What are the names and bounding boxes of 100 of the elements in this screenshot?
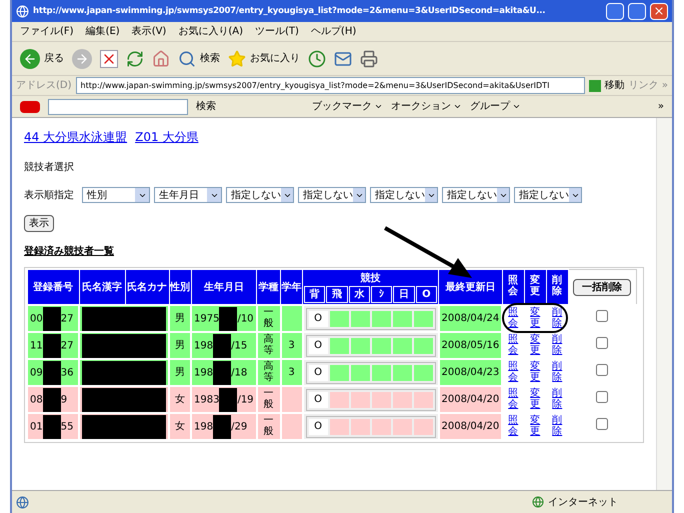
row-checkbox[interactable]: [596, 364, 608, 376]
toolbar-search-field[interactable]: [48, 98, 188, 114]
mail-icon[interactable]: [334, 50, 352, 68]
sort-label: 表示順指定: [24, 188, 74, 202]
toolbar-search-button[interactable]: 検索: [196, 99, 216, 114]
table-cell: 男: [169, 359, 191, 386]
table-cell: 一般: [264, 306, 274, 328]
column-header: 照会: [508, 275, 518, 297]
column-header: 氏名カナ: [125, 270, 169, 305]
caret-icon: [374, 102, 383, 111]
table-cell: 08 9: [27, 386, 79, 413]
sort-select[interactable]: 指定しない: [442, 187, 510, 203]
event-header: 日: [393, 286, 415, 303]
column-header: 氏名漢字: [79, 270, 125, 305]
more-button[interactable]: »: [658, 99, 664, 114]
star-icon: [228, 50, 246, 68]
redaction-block: [213, 414, 232, 438]
menu-item[interactable]: ツール(T): [255, 24, 299, 39]
event-header: 飛: [326, 286, 348, 303]
event-header: ｼ: [371, 286, 392, 303]
table-cell: 一般: [264, 388, 274, 410]
row-checkbox[interactable]: [596, 310, 608, 322]
stop-icon[interactable]: [100, 50, 118, 68]
table-cell: 11 27: [27, 332, 79, 359]
show-button[interactable]: 表示: [24, 215, 54, 232]
table-cell: 2008/04/20: [438, 386, 502, 413]
redaction-block: [219, 306, 238, 330]
column-header: 削除: [552, 275, 562, 297]
minimize-button[interactable]: [606, 2, 624, 20]
maximize-button[interactable]: [628, 2, 646, 20]
table-cell: 1983 /19: [191, 386, 257, 413]
redaction-block: [42, 306, 61, 330]
menu-item[interactable]: ファイル(F): [20, 24, 74, 39]
print-icon[interactable]: [360, 50, 378, 68]
favorites-button[interactable]: お気に入り: [228, 50, 300, 68]
home-icon[interactable]: [152, 50, 170, 68]
table-cell: 2008/04/23: [438, 359, 502, 386]
table-cell: 198 /29: [191, 413, 257, 440]
back-button[interactable]: 戻る: [20, 48, 64, 68]
menu-item[interactable]: お気に入り(A): [178, 24, 243, 39]
event-cell: O: [308, 418, 328, 434]
breadcrumb-link[interactable]: Z01 大分県: [135, 128, 198, 146]
event-cell: O: [308, 392, 328, 408]
table-cell: 高等: [264, 334, 274, 356]
row-checkbox[interactable]: [596, 337, 608, 349]
sort-select[interactable]: 性別: [82, 187, 150, 203]
bulk-delete-button[interactable]: 一括削除: [573, 278, 632, 296]
refresh-icon[interactable]: [126, 50, 144, 68]
redaction-block: [42, 360, 61, 384]
sort-select[interactable]: 生年月日: [154, 187, 222, 203]
table-cell: 2008/05/16: [438, 332, 502, 359]
event-header: 水: [348, 286, 370, 303]
table-cell: 198 /15: [191, 332, 257, 359]
column-header: 最終更新日: [438, 270, 502, 305]
search-icon: [178, 50, 196, 68]
search-button[interactable]: 検索: [178, 50, 220, 68]
breadcrumb-link[interactable]: 44 大分県水泳連盟: [24, 128, 128, 146]
table-cell: 高等: [264, 360, 274, 382]
table-cell: 198 /18: [191, 359, 257, 386]
table-cell: 00 27: [27, 305, 79, 332]
event-cell: O: [308, 310, 328, 326]
column-header: 登録番号: [27, 270, 79, 305]
toolbar-menu-button[interactable]: グループ: [470, 99, 521, 114]
go-button[interactable]: 移動: [588, 78, 625, 93]
column-header: 性別: [169, 270, 191, 305]
table-cell: 2008/04/20: [438, 413, 502, 440]
column-header: 学種: [256, 270, 281, 305]
table-cell: 女: [169, 413, 191, 440]
sort-select[interactable]: 指定しない: [226, 187, 294, 203]
column-header: 学年: [280, 270, 303, 305]
table-cell: 男: [169, 332, 191, 359]
address-field[interactable]: http://www.japan-swimming.jp/swmsys2007/entry_kyougisya_list?mode=2&menu=3&UserIDSecond=akita&UserIDTI: [76, 77, 585, 94]
list-title: 登録済み競技者一覧: [24, 244, 115, 259]
caret-icon: [453, 102, 462, 111]
event-cell: O: [308, 364, 328, 380]
close-button[interactable]: [650, 2, 668, 20]
column-header: 変更: [530, 275, 540, 297]
table-cell: 2008/04/24: [438, 305, 502, 332]
redaction-block: [42, 334, 61, 358]
history-icon[interactable]: [308, 50, 326, 68]
menu-item[interactable]: ヘルプ(H): [310, 24, 356, 39]
section-label: 競技者選択: [24, 160, 75, 175]
toolbar-menu-button[interactable]: ブックマーク: [312, 99, 383, 114]
sort-select[interactable]: 指定しない: [298, 187, 366, 203]
row-checkbox[interactable]: [596, 391, 608, 403]
redaction-block: [219, 388, 238, 412]
row-checkbox[interactable]: [596, 418, 608, 430]
menu-item[interactable]: 編集(E): [86, 24, 120, 39]
column-header: 競技: [360, 272, 382, 286]
toolbar-menu-button[interactable]: オークション: [391, 99, 462, 114]
address-label: アドレス(D): [16, 79, 72, 93]
redaction-block: [213, 334, 232, 358]
event-cell: O: [308, 338, 328, 354]
sort-select[interactable]: 指定しない: [370, 187, 438, 203]
column-header: 生年月日: [191, 270, 257, 305]
table-cell: 男: [169, 305, 191, 332]
sort-select[interactable]: 指定しない: [514, 187, 582, 203]
table-cell: 01 55: [27, 413, 79, 440]
menu-item[interactable]: 表示(V): [132, 24, 166, 39]
scrollbar[interactable]: [656, 118, 672, 490]
